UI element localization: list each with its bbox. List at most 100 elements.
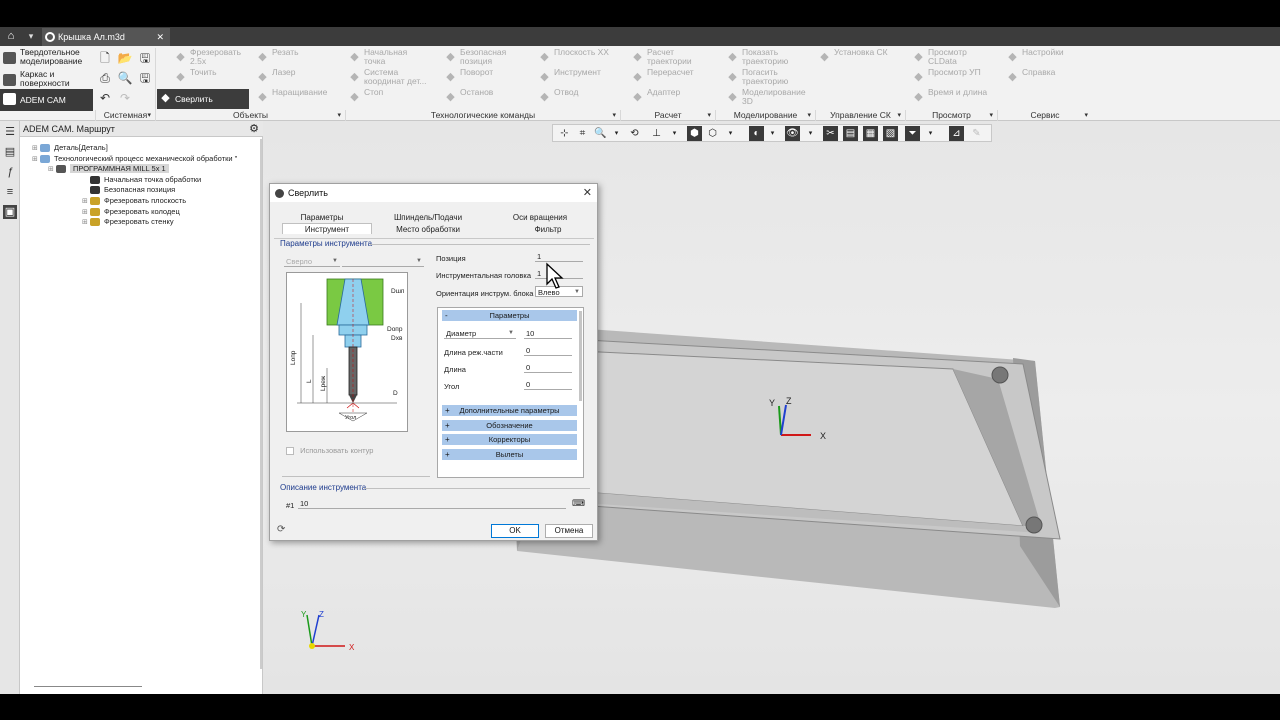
save-as-icon[interactable]: 🖫 bbox=[137, 70, 153, 86]
ribbon-button[interactable]: ◆ Инструмент bbox=[536, 68, 620, 88]
ribbon-button[interactable]: ◆ Установка СК bbox=[816, 48, 900, 68]
collapsed-section-header[interactable]: + Обозначение bbox=[442, 419, 577, 431]
tree-node[interactable]: Начальная точка обработки bbox=[82, 175, 201, 185]
expand-icon[interactable]: ⊞ bbox=[48, 165, 56, 175]
axes-dropdown-icon[interactable]: ▾ bbox=[667, 126, 682, 141]
new-file-icon[interactable]: 🗋 bbox=[97, 50, 113, 66]
ribbon-button[interactable]: ◆ Лазер bbox=[254, 68, 338, 88]
ribbon-button[interactable]: ◆ Точить bbox=[172, 68, 252, 88]
ribbon-button[interactable]: ◆ Фрезеровать 2.5x bbox=[172, 48, 252, 68]
cam-panel-icon[interactable]: ▣ bbox=[3, 205, 17, 219]
layers-icon[interactable]: ▤ bbox=[3, 145, 17, 159]
document-tab[interactable]: Крышка Ал.m3d ✕ bbox=[42, 28, 170, 46]
description-input[interactable]: 10 bbox=[298, 498, 566, 509]
ribbon-button[interactable]: ◆ Просмотр CLData bbox=[910, 48, 994, 68]
refresh-icon[interactable]: ⟳ bbox=[277, 525, 287, 535]
cancel-button[interactable]: Отмена bbox=[545, 524, 593, 538]
wireframe-view-icon[interactable]: ⬡ bbox=[705, 126, 720, 141]
ribbon-button[interactable]: ◆ Останов bbox=[442, 88, 526, 108]
tree-node[interactable]: ⊞ Фрезеровать стенку bbox=[82, 217, 174, 227]
tab-list-dropdown-icon[interactable]: ▾ bbox=[22, 29, 40, 44]
preview-icon[interactable]: 🔍 bbox=[117, 70, 133, 86]
route-tree-icon[interactable]: ☰ bbox=[3, 125, 17, 139]
tree-node[interactable]: ⊞ Деталь[Деталь] bbox=[32, 143, 108, 153]
ribbon-button[interactable]: ◆ Перерасчет bbox=[629, 68, 713, 88]
position-input[interactable]: 1 bbox=[535, 251, 583, 262]
tree-node[interactable]: ⊞ ПРОГРАММНАЯ MILL 5x 1 bbox=[48, 164, 169, 174]
print-icon[interactable]: ⎙ bbox=[97, 70, 113, 86]
function-icon[interactable]: ƒ bbox=[3, 165, 17, 179]
cube-front-icon[interactable]: ▤ bbox=[843, 126, 858, 141]
ribbon-group-label[interactable]: Управление СК ▾ bbox=[815, 110, 905, 121]
expand-icon[interactable]: ⊞ bbox=[82, 218, 90, 228]
ribbon-button[interactable]: ◆ Расчет траектории bbox=[629, 48, 713, 68]
ribbon-button[interactable]: ◆ Резать bbox=[254, 48, 338, 68]
tab-spindle-feeds[interactable]: Шпиндель/Подачи bbox=[388, 212, 468, 223]
home-icon[interactable]: ⌂ bbox=[2, 29, 20, 44]
ribbon-button[interactable]: ◆ Начальная точка bbox=[346, 48, 430, 68]
close-tab-icon[interactable]: ✕ bbox=[156, 28, 164, 46]
ribbon-group-label[interactable]: Системная ▾ bbox=[95, 110, 155, 121]
expand-icon[interactable]: ⊞ bbox=[32, 155, 40, 165]
expand-icon[interactable]: ⊞ bbox=[82, 197, 90, 207]
ribbon-group-label[interactable]: Технологические команды ▾ bbox=[345, 110, 620, 121]
tree-node[interactable]: ⊞ Технологический процесс механической об… bbox=[32, 154, 237, 164]
ribbon-group-label[interactable]: Просмотр ▾ bbox=[905, 110, 997, 121]
ribbon-button[interactable]: ◆ Погасить траекторию bbox=[724, 68, 808, 88]
ribbon-button[interactable]: ◆ Стоп bbox=[346, 88, 430, 108]
ribbon-button[interactable]: ◆ Плоскость XX bbox=[536, 48, 620, 68]
mode-adem-cam[interactable]: ADEM CAM bbox=[0, 89, 93, 111]
gear-icon[interactable]: ⚙ bbox=[249, 121, 259, 137]
filter-dropdown-icon[interactable]: ▾ bbox=[923, 126, 938, 141]
cube-top-icon[interactable]: ▧ bbox=[883, 126, 898, 141]
ribbon-button[interactable]: ◆ Моделирование 3D bbox=[724, 88, 808, 108]
group-expand-icon[interactable]: ▾ bbox=[1084, 110, 1088, 121]
ribbon-button[interactable]: ◆ Адаптер bbox=[629, 88, 713, 108]
tree-node[interactable]: Безопасная позиция bbox=[82, 185, 175, 195]
tab-rotation-axes[interactable]: Оси вращения bbox=[500, 212, 580, 223]
tab-parameters[interactable]: Параметры bbox=[282, 212, 362, 223]
ribbon-button[interactable]: ◆ Справка bbox=[1004, 68, 1088, 88]
group-expand-icon[interactable]: ▾ bbox=[707, 110, 711, 121]
ribbon-group-label[interactable]: Сервис ▾ bbox=[997, 110, 1092, 121]
redo-icon[interactable]: ↷ bbox=[117, 90, 133, 106]
group-expand-icon[interactable]: ▾ bbox=[807, 110, 811, 121]
ribbon-button[interactable]: ◆ Настройки bbox=[1004, 48, 1088, 68]
open-folder-icon[interactable]: 📂 bbox=[117, 50, 133, 66]
ribbon-button[interactable]: ◆ Время и длина bbox=[910, 88, 994, 108]
use-contour-checkbox[interactable]: Использовать контур bbox=[286, 446, 373, 456]
filter-icon[interactable]: ⏷ bbox=[905, 126, 920, 141]
pencil-icon[interactable]: ✎ bbox=[969, 126, 984, 141]
snap-icon[interactable]: ⊹ bbox=[557, 126, 572, 141]
close-icon[interactable]: ✕ bbox=[583, 184, 592, 202]
ribbon-group-label[interactable]: Моделирование ▾ bbox=[715, 110, 815, 121]
tree-horizontal-scrollbar[interactable] bbox=[34, 686, 142, 687]
tree-vertical-scrollbar[interactable] bbox=[260, 139, 262, 669]
ribbon-group-label[interactable]: Расчет ▾ bbox=[620, 110, 715, 121]
display-dropdown-icon[interactable]: ▾ bbox=[723, 126, 738, 141]
group-expand-icon[interactable]: ▾ bbox=[897, 110, 901, 121]
ribbon-button[interactable]: ◆ Отвод bbox=[536, 88, 620, 108]
length-input[interactable]: 0 bbox=[524, 362, 572, 373]
ribbon-button[interactable]: ◆ Просмотр УП bbox=[910, 68, 994, 88]
visibility-dropdown-icon[interactable]: ▾ bbox=[803, 126, 818, 141]
collapsed-section-header[interactable]: + Вылеты bbox=[442, 448, 577, 460]
group-expand-icon[interactable]: ▾ bbox=[989, 110, 993, 121]
ribbon-button[interactable]: ◆ Безопасная позиция bbox=[442, 48, 526, 68]
tree-node[interactable]: ⊞ Фрезеровать колодец bbox=[82, 207, 180, 217]
ribbon-button[interactable]: ◆ Сверлить bbox=[157, 89, 249, 109]
group-expand-icon[interactable]: ▾ bbox=[147, 110, 151, 121]
angle-input[interactable]: 0 bbox=[524, 379, 572, 390]
collapsed-section-header[interactable]: + Дополнительные параметры bbox=[442, 405, 577, 416]
hide-dropdown-icon[interactable]: ▾ bbox=[765, 126, 780, 141]
ribbon-button[interactable]: ◆ Система координат дет... bbox=[346, 68, 430, 88]
ribbon-button[interactable]: ◆ Наращивание bbox=[254, 88, 338, 108]
zoom-icon[interactable]: 🔍 bbox=[593, 126, 608, 141]
section-icon[interactable]: ✂ bbox=[823, 126, 838, 141]
diameter-select[interactable]: Диаметр ▼ bbox=[444, 328, 516, 339]
cut-length-input[interactable]: 0 bbox=[524, 345, 572, 356]
cube-iso-icon[interactable]: ▦ bbox=[863, 126, 878, 141]
group-expand-icon[interactable]: ▾ bbox=[337, 110, 341, 121]
group-expand-icon[interactable]: ▾ bbox=[612, 110, 616, 121]
ribbon-group-label[interactable]: Объекты ▾ bbox=[155, 110, 345, 121]
